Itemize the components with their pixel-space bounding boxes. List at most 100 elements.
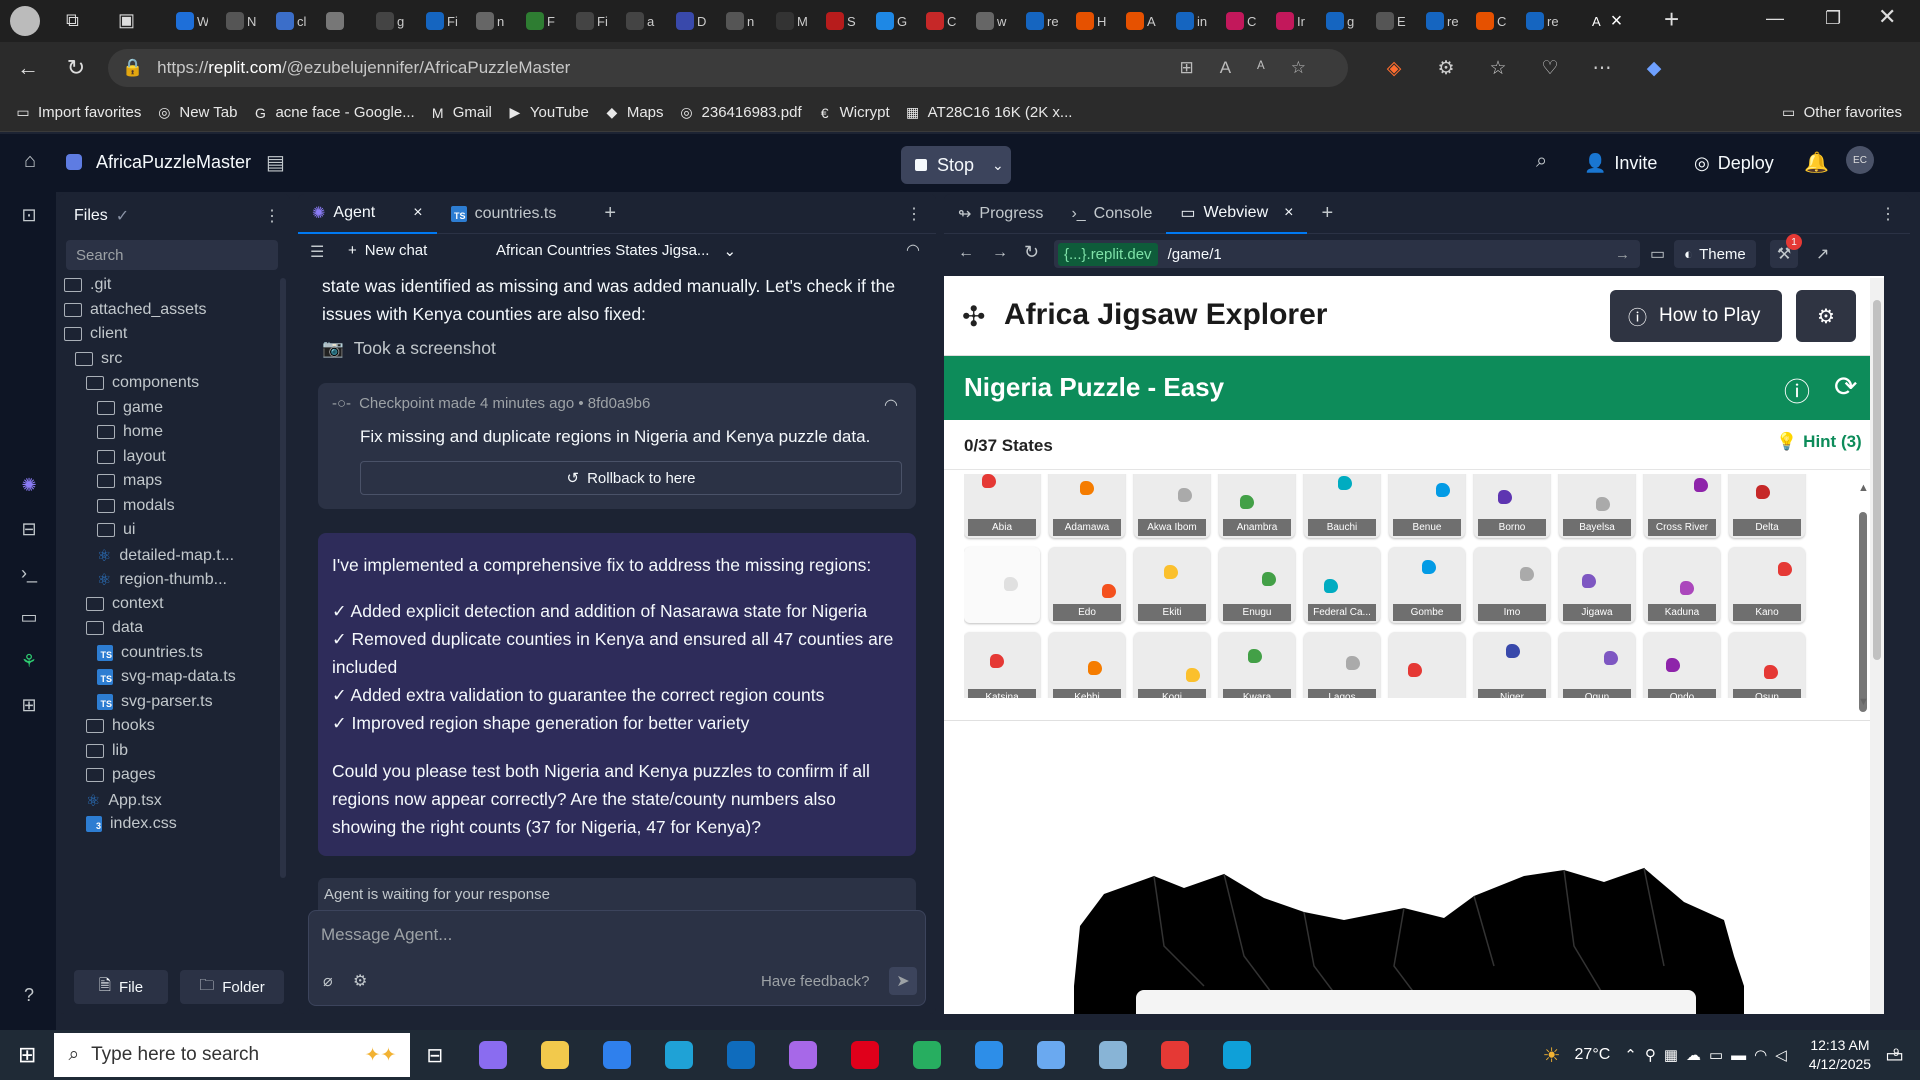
browser-tab[interactable]: M [776, 6, 808, 36]
output-icon[interactable]: ⊟ [18, 518, 40, 540]
close-tab-icon[interactable]: × [1611, 10, 1623, 33]
apps-grid-icon[interactable]: ⊞ [18, 694, 40, 716]
browser-tab[interactable]: w [976, 6, 1008, 36]
puzzle-piece[interactable]: Ekiti [1134, 547, 1210, 623]
puzzle-piece[interactable]: Bayelsa [1559, 474, 1635, 538]
file-tree-item[interactable]: maps [97, 472, 162, 490]
checkpoint-gauge-icon[interactable]: ◠ [884, 395, 898, 415]
puzzle-piece[interactable]: Ondo [1644, 632, 1720, 698]
tray-scrollbar[interactable]: ▲ ▼ [1856, 482, 1869, 712]
file-tree-item[interactable]: attached_assets [64, 301, 207, 319]
new-file-button[interactable]: 🗎 File [74, 970, 168, 1004]
file-tree-item[interactable]: lib [86, 742, 128, 760]
windows-start-icon[interactable]: ⊞ [18, 1042, 36, 1068]
git-icon[interactable]: ⚘ [18, 650, 40, 672]
project-menu-icon[interactable]: ▤ [266, 150, 285, 175]
file-tree-item[interactable]: ui [97, 521, 135, 539]
help-icon[interactable]: ? [18, 984, 40, 1006]
file-tree-item[interactable]: TS countries.ts [97, 644, 203, 662]
avatar[interactable]: EC [1846, 146, 1874, 174]
profile-avatar[interactable] [10, 6, 40, 36]
browser-tab[interactable]: n [476, 6, 508, 36]
file-tree-item[interactable]: data [86, 619, 143, 637]
browser-tab[interactable]: Fi [576, 6, 608, 36]
browser-tab[interactable]: S [826, 6, 858, 36]
taskbar-app-wps-icon[interactable] [1155, 1035, 1195, 1075]
puzzle-piece[interactable]: Akwa Ibom [1134, 474, 1210, 538]
favorite-link[interactable]: M Gmail [429, 104, 492, 122]
browser-tab[interactable]: in [1176, 6, 1208, 36]
page-scrollbar[interactable] [1870, 278, 1884, 1014]
browser-tab[interactable]: g [1326, 6, 1358, 36]
browser-tab[interactable]: C [1476, 6, 1508, 36]
browser-tab[interactable]: W [176, 6, 208, 36]
send-icon[interactable]: ➤ [889, 967, 917, 995]
other-favorites[interactable]: ▭ Other favorites [1780, 104, 1902, 122]
puzzle-piece[interactable]: Cross River [1644, 474, 1720, 538]
webview-forward-icon[interactable]: → [992, 244, 1008, 262]
tab-progress[interactable]: ↬ Progress [944, 194, 1057, 234]
puzzle-piece[interactable]: Niger [1474, 632, 1550, 698]
scroll-thumb[interactable] [1859, 512, 1867, 712]
scroll-down-icon[interactable]: ▼ [1858, 696, 1869, 708]
file-tree-item[interactable]: src [75, 350, 122, 368]
file-tree-item[interactable]: TS svg-parser.ts [97, 693, 213, 711]
notifications-icon[interactable]: ▭ 9 [1885, 1043, 1904, 1068]
puzzle-piece[interactable]: Kaduna [1644, 547, 1720, 623]
puzzle-piece[interactable] [1389, 632, 1465, 698]
preview-icon[interactable]: ▭ [18, 606, 40, 628]
favorite-link[interactable]: ◎ New Tab [155, 104, 237, 122]
puzzle-piece[interactable]: Abia [964, 474, 1040, 538]
puzzle-piece[interactable]: Enugu [1219, 547, 1295, 623]
favorite-link[interactable]: ▦ AT28C16 16K (2K x... [904, 104, 1072, 122]
game-settings-icon[interactable]: ⚙ [1796, 290, 1856, 342]
puzzle-piece[interactable]: Federal Ca... [1304, 547, 1380, 623]
more-menu-icon[interactable]: ⋯ [1584, 50, 1620, 86]
favorites-icon[interactable]: ☆ [1480, 50, 1516, 86]
file-tree-item[interactable]: game [97, 399, 163, 417]
file-tree-scrollbar[interactable] [280, 278, 286, 878]
workspaces-icon[interactable]: ⧉ [66, 10, 79, 31]
task-view-icon[interactable]: ⊟ [426, 1043, 443, 1068]
invite-button[interactable]: 👤 Invite [1584, 146, 1657, 180]
how-to-play-button[interactable]: ⓘ How to Play [1610, 290, 1782, 342]
browser-tab[interactable]: n [726, 6, 758, 36]
files-menu-icon[interactable]: ⋮ [264, 206, 280, 226]
page-scroll-thumb[interactable] [1873, 300, 1881, 660]
shell-icon[interactable]: ›_ [18, 562, 40, 584]
file-tree-item[interactable]: layout [97, 448, 166, 466]
puzzle-piece[interactable]: Kogi [1134, 632, 1210, 698]
puzzle-piece[interactable]: Jigawa [1559, 547, 1635, 623]
tab-console[interactable]: ›_ Console [1057, 194, 1166, 234]
puzzle-piece[interactable]: Benue [1389, 474, 1465, 538]
browser-tab[interactable]: E [1376, 6, 1408, 36]
active-tab[interactable]: A × [1592, 6, 1634, 36]
file-tree-item[interactable]: 3 index.css [86, 815, 177, 833]
browser-tab[interactable]: F [526, 6, 558, 36]
tab-countries-ts[interactable]: TS countries.ts [437, 194, 571, 234]
puzzle-help-icon[interactable]: ⓘ [1784, 372, 1810, 409]
browser-tab[interactable]: re [1026, 6, 1058, 36]
puzzle-piece[interactable]: Delta [1729, 474, 1805, 538]
chevron-down-icon[interactable]: ⌄ [992, 157, 1004, 174]
new-folder-button[interactable]: 🗀 Folder [180, 970, 284, 1004]
file-tree-item[interactable]: pages [86, 766, 156, 784]
browser-tab[interactable]: cl [276, 6, 308, 36]
rollback-button[interactable]: ↺ Rollback to here [360, 461, 902, 495]
puzzle-piece[interactable]: Bauchi [1304, 474, 1380, 538]
taskbar-app-edge2-icon[interactable] [1217, 1035, 1257, 1075]
file-tree-item[interactable]: context [86, 595, 164, 613]
taskbar-app-vscode-icon[interactable] [969, 1035, 1009, 1075]
hint-button[interactable]: 💡 Hint (3) [1776, 432, 1862, 452]
taskbar-search[interactable]: ⌕ Type here to search ✦✦ [54, 1033, 411, 1077]
weather-icon[interactable]: ☀ [1543, 1043, 1561, 1068]
browser-tab[interactable]: Fi [426, 6, 458, 36]
settings-icon[interactable]: ⚙ [353, 971, 367, 991]
metamask-icon[interactable]: ◈ [1376, 50, 1412, 86]
file-tree-item[interactable]: ⚛ App.tsx [86, 791, 162, 811]
taskbar-app-opera-icon[interactable] [845, 1035, 885, 1075]
address-bar[interactable]: 🔒 https://replit.com/@ezubelujennifer/Af… [108, 49, 1348, 87]
taskbar-app-files-icon[interactable] [535, 1035, 575, 1075]
puzzle-piece[interactable]: Kano [1729, 547, 1805, 623]
refresh-icon[interactable]: ↻ [56, 48, 96, 88]
